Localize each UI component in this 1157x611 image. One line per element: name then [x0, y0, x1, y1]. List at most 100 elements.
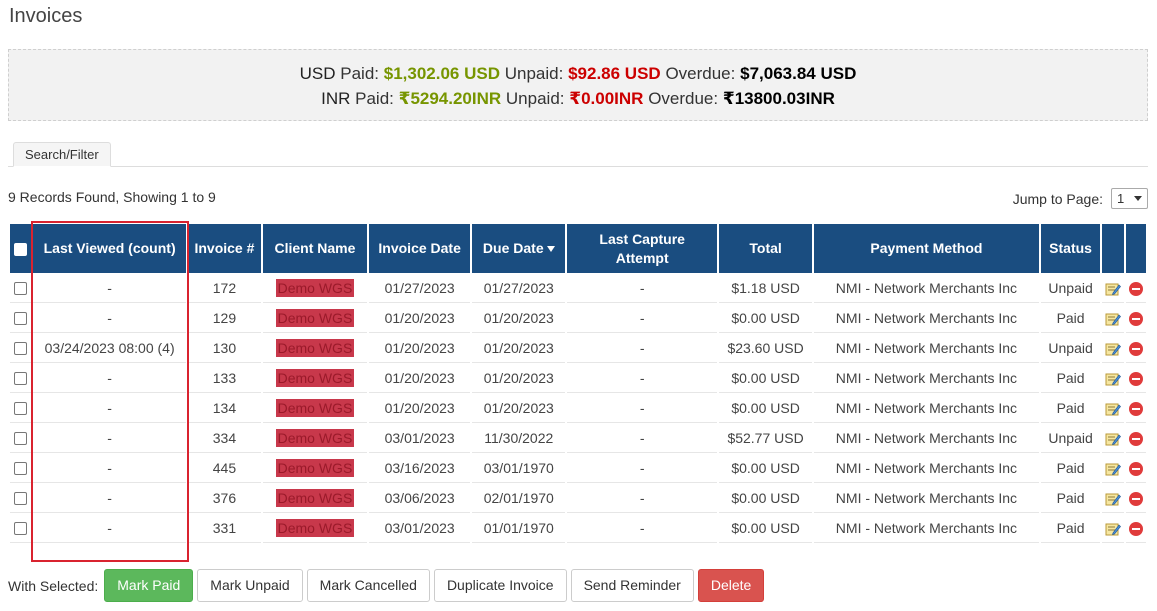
usd-summary-line: USD Paid: $1,302.06 USD Unpaid: $92.86 U… — [9, 61, 1147, 86]
invoice-date-cell: 01/20/2023 — [369, 363, 471, 393]
usd-overdue-label: Overdue: — [665, 64, 736, 83]
row-checkbox[interactable] — [14, 342, 28, 356]
delete-cell — [1125, 363, 1146, 393]
invoice-number-link[interactable]: 445 — [188, 453, 261, 483]
row-select-cell — [10, 393, 32, 423]
client-name-cell: Demo WGS — [262, 393, 368, 423]
edit-invoice-icon[interactable] — [1105, 492, 1122, 506]
edit-invoice-icon[interactable] — [1105, 312, 1122, 326]
header-due-date-label: Due Date — [482, 240, 544, 256]
header-due-date[interactable]: Due Date — [472, 224, 566, 273]
header-payment-method[interactable]: Payment Method — [814, 224, 1039, 273]
invoices-table: Last Viewed (count) Invoice # Client Nam… — [8, 224, 1148, 543]
client-name-link[interactable]: Demo WGS — [275, 458, 355, 477]
invoice-number-link[interactable]: 172 — [188, 273, 261, 303]
last-capture-cell: - — [567, 363, 718, 393]
invoice-number-link[interactable]: 134 — [188, 393, 261, 423]
edit-cell — [1102, 333, 1124, 363]
payment-method-cell: NMI - Network Merchants Inc — [814, 513, 1039, 543]
edit-invoice-icon[interactable] — [1105, 462, 1122, 476]
table-row: -445 Demo WGS 03/16/2023 03/01/1970- $0.00 U… — [10, 453, 1146, 483]
header-last-viewed[interactable]: Last Viewed (count) — [33, 224, 187, 273]
usd-unpaid-value: $92.86 USD — [568, 64, 661, 83]
invoice-number-link[interactable]: 130 — [188, 333, 261, 363]
total-cell: $0.00 USD — [719, 393, 813, 423]
header-edit-col — [1102, 224, 1124, 273]
row-checkbox[interactable] — [14, 432, 28, 446]
delete-cell — [1125, 303, 1146, 333]
row-checkbox[interactable] — [14, 312, 28, 326]
header-client-name[interactable]: Client Name — [262, 224, 368, 273]
delete-invoice-icon[interactable] — [1128, 281, 1143, 296]
delete-invoice-icon[interactable] — [1128, 311, 1143, 326]
row-checkbox[interactable] — [14, 372, 28, 386]
tab-search-filter[interactable]: Search/Filter — [13, 142, 111, 167]
table-row: 03/24/2023 08:00 (4) 130 Demo WGS 01/20/202… — [10, 333, 1146, 363]
edit-invoice-icon[interactable] — [1105, 282, 1122, 296]
sort-desc-icon — [546, 246, 555, 253]
invoice-date-cell: 01/20/2023 — [369, 333, 471, 363]
delete-cell — [1125, 483, 1146, 513]
last-capture-cell: - — [567, 303, 718, 333]
delete-invoice-icon[interactable] — [1128, 341, 1143, 356]
invoice-number-link[interactable]: 334 — [188, 423, 261, 453]
client-name-link[interactable]: Demo WGS — [275, 428, 355, 447]
row-checkbox[interactable] — [14, 492, 28, 506]
row-checkbox[interactable] — [14, 282, 28, 296]
header-invoice-date[interactable]: Invoice Date — [369, 224, 471, 273]
row-select-cell — [10, 453, 32, 483]
with-selected-label: With Selected: — [8, 577, 99, 594]
records-count: 9 Records Found, Showing 1 to 9 — [8, 189, 216, 205]
row-checkbox[interactable] — [14, 402, 28, 416]
delete-invoice-icon[interactable] — [1128, 371, 1143, 386]
header-last-capture-attempt[interactable]: Last Capture Attempt — [567, 224, 718, 273]
delete-invoice-icon[interactable] — [1128, 401, 1143, 416]
edit-invoice-icon[interactable] — [1105, 372, 1122, 386]
header-status[interactable]: Status — [1040, 224, 1101, 273]
header-invoice-number[interactable]: Invoice # — [188, 224, 261, 273]
delete-invoice-icon[interactable] — [1128, 431, 1143, 446]
client-name-link[interactable]: Demo WGS — [275, 278, 355, 297]
header-total[interactable]: Total — [719, 224, 813, 273]
due-date-cell: 01/20/2023 — [472, 363, 566, 393]
row-checkbox[interactable] — [14, 462, 28, 476]
inr-summary-line: INR Paid: ₹5294.20INR Unpaid: ₹0.00INR O… — [9, 86, 1147, 111]
payment-method-cell: NMI - Network Merchants Inc — [814, 483, 1039, 513]
edit-cell — [1102, 303, 1124, 333]
delete-invoice-icon[interactable] — [1128, 521, 1143, 536]
client-name-link[interactable]: Demo WGS — [275, 338, 355, 357]
invoice-number-link[interactable]: 331 — [188, 513, 261, 543]
mark-paid-button[interactable]: Mark Paid — [104, 569, 194, 602]
edit-invoice-icon[interactable] — [1105, 402, 1122, 416]
mark-unpaid-button[interactable]: Mark Unpaid — [197, 569, 303, 602]
delete-invoice-icon[interactable] — [1128, 491, 1143, 506]
last-capture-cell: - — [567, 453, 718, 483]
mark-cancelled-button[interactable]: Mark Cancelled — [306, 569, 430, 602]
due-date-cell: 02/01/1970 — [472, 483, 566, 513]
due-date-cell: 01/27/2023 — [472, 273, 566, 303]
invoice-number-link[interactable]: 133 — [188, 363, 261, 393]
duplicate-invoice-button[interactable]: Duplicate Invoice — [433, 569, 567, 602]
select-all-checkbox[interactable] — [14, 242, 28, 256]
invoice-number-link[interactable]: 376 — [188, 483, 261, 513]
delete-invoice-icon[interactable] — [1128, 461, 1143, 476]
row-checkbox[interactable] — [14, 522, 28, 536]
client-name-link[interactable]: Demo WGS — [275, 368, 355, 387]
inr-paid-value: ₹5294.20INR — [398, 89, 502, 108]
client-name-link[interactable]: Demo WGS — [275, 398, 355, 417]
client-name-link[interactable]: Demo WGS — [275, 488, 355, 507]
last-viewed-cell: - — [33, 453, 187, 483]
client-name-link[interactable]: Demo WGS — [275, 518, 355, 537]
page-select[interactable]: 1 — [1111, 188, 1148, 209]
edit-invoice-icon[interactable] — [1105, 432, 1122, 446]
total-cell: $0.00 USD — [719, 483, 813, 513]
header-last-capture-line1: Last Capture — [599, 230, 685, 247]
edit-invoice-icon[interactable] — [1105, 342, 1122, 356]
send-reminder-button[interactable]: Send Reminder — [570, 569, 694, 602]
delete-cell — [1125, 423, 1146, 453]
client-name-link[interactable]: Demo WGS — [275, 308, 355, 327]
last-viewed-cell: - — [33, 303, 187, 333]
invoice-number-link[interactable]: 129 — [188, 303, 261, 333]
delete-button[interactable]: Delete — [697, 569, 765, 602]
edit-invoice-icon[interactable] — [1105, 522, 1122, 536]
